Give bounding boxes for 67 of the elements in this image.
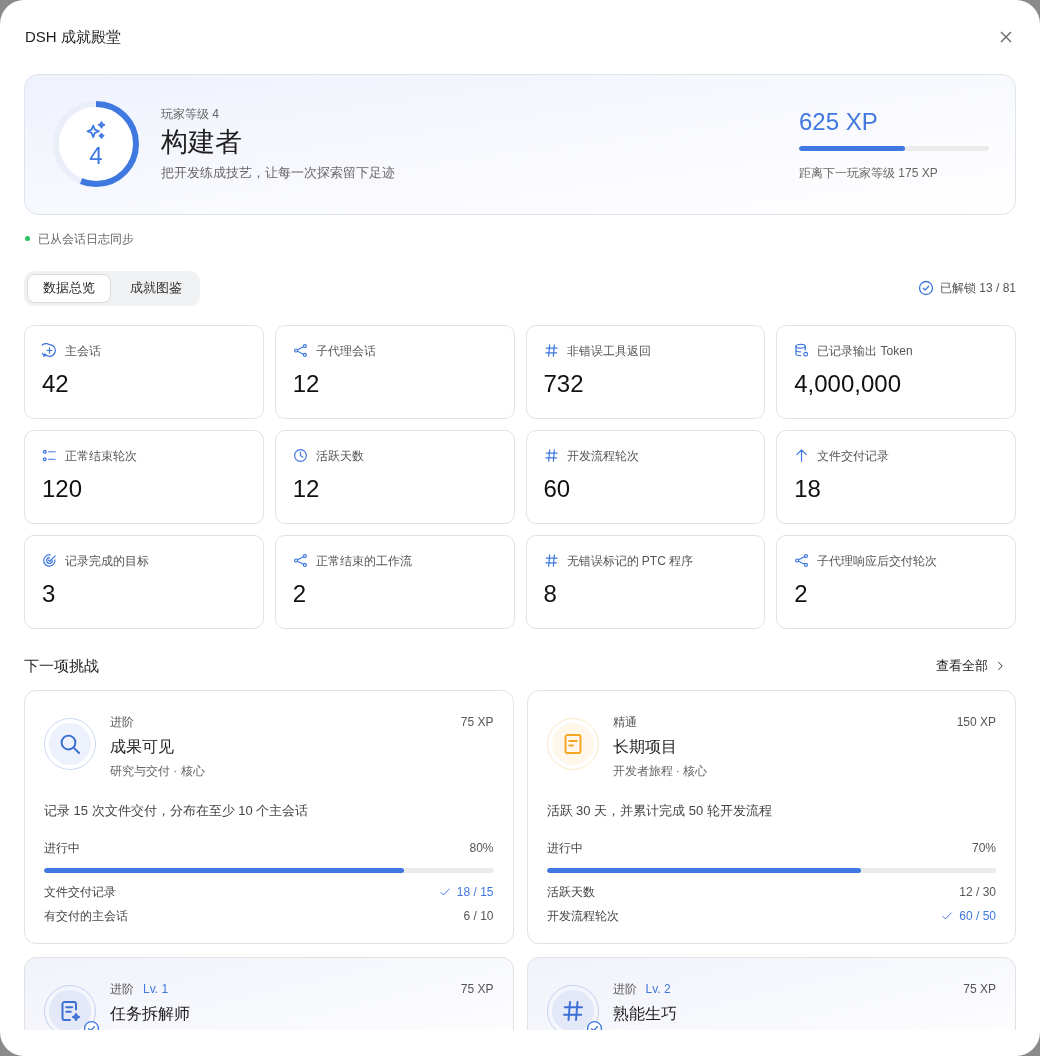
player-level-label: 玩家等级 4 xyxy=(161,106,220,124)
section-title: 下一项挑战 xyxy=(24,655,99,676)
xp-total: 625 XP xyxy=(799,107,879,137)
requirement-value: 6 / 10 xyxy=(463,907,494,925)
tier-label: 精通 xyxy=(612,714,637,731)
tier-label: 进阶 xyxy=(110,980,134,998)
stat-label: 正常结束的工作流 xyxy=(315,552,412,570)
stat-value: 732 xyxy=(543,368,585,399)
stat-label: 文件交付记录 xyxy=(817,447,890,465)
stat-label: 正常结束轮次 xyxy=(65,447,137,465)
view-all-link[interactable]: 查看全部 xyxy=(936,656,1006,676)
stat-value: 42 xyxy=(42,368,70,399)
stat-value: 8 xyxy=(543,578,558,609)
requirement-label: 文件交付记录 xyxy=(44,883,116,901)
stat-label: 记录完成的目标 xyxy=(65,552,149,570)
progress-percent: 70% xyxy=(971,839,996,857)
stat-value: 18 xyxy=(794,473,822,504)
stat-value: 120 xyxy=(42,473,84,504)
level-tag: Lv. 1 xyxy=(143,979,169,998)
level-tag: Lv. 2 xyxy=(645,979,671,998)
challenge-category: 研究与交付 · 核心 xyxy=(110,763,206,780)
progress-percent: 80% xyxy=(469,839,494,857)
challenge-category: 开发者旅程 · 核心 xyxy=(612,763,709,780)
requirement-label: 有交付的主会话 xyxy=(44,907,128,925)
xp-reward: 150 XP xyxy=(956,714,996,731)
challenge-description: 活跃 30 天，并累计完成 50 轮开发流程 xyxy=(546,802,773,820)
tab[interactable]: 数据总览 xyxy=(27,273,111,303)
motto-text: 把开发练成技艺，让每一次探索留下足迹 xyxy=(161,164,396,183)
unlocked-count: 已解锁 13 / 81 xyxy=(939,280,1016,297)
requirement-label: 活跃天数 xyxy=(546,883,595,901)
stat-value: 12 xyxy=(292,368,321,399)
stat-label: 非错误工具返回 xyxy=(566,342,651,360)
challenge-title: 长期项目 xyxy=(612,737,678,757)
stat-value: 3 xyxy=(42,578,57,609)
dialog-title: DSH 成就殿堂 xyxy=(25,27,121,47)
challenge-title: 成果可见 xyxy=(110,737,175,757)
stat-value: 4,000,000 xyxy=(794,368,903,399)
stat-label: 已记录输出 Token xyxy=(817,342,913,360)
progress-status: 进行中 xyxy=(44,839,80,857)
tier-label: 进阶 xyxy=(612,980,637,998)
tier-label: 进阶 xyxy=(110,714,134,731)
stat-label: 开发流程轮次 xyxy=(566,447,639,465)
stat-label: 子代理会话 xyxy=(315,342,376,360)
progress-status: 进行中 xyxy=(546,839,583,857)
stat-label: 活跃天数 xyxy=(315,447,364,465)
challenge-description: 记录 15 次文件交付，分布在至少 10 个主会话 xyxy=(44,802,310,820)
next-level-text: 距离下一玩家等级 175 XP xyxy=(799,165,939,182)
xp-reward: 75 XP xyxy=(460,980,494,998)
rank-title: 构建者 xyxy=(161,126,243,160)
requirement-label: 开发流程轮次 xyxy=(546,907,619,925)
challenge-title: 任务拆解师 xyxy=(110,1003,191,1024)
stat-label: 子代理响应后交付轮次 xyxy=(817,552,938,570)
challenge-title: 熟能生巧 xyxy=(612,1003,678,1024)
tab[interactable]: 成就图鉴 xyxy=(115,273,197,303)
stat-value: 2 xyxy=(292,578,308,609)
requirement-value: 60 / 50 xyxy=(959,907,996,925)
stat-value: 60 xyxy=(543,473,572,504)
stat-value: 2 xyxy=(794,578,809,609)
requirement-value: 12 / 30 xyxy=(959,883,996,901)
xp-reward: 75 XP xyxy=(963,980,996,998)
xp-reward: 75 XP xyxy=(460,714,494,731)
stat-value: 12 xyxy=(292,473,321,504)
stat-label: 主会话 xyxy=(65,342,101,360)
sync-status-text: 已从会话日志同步 xyxy=(38,230,134,248)
requirement-value: 18 / 15 xyxy=(456,883,494,901)
stat-label: 无错误标记的 PTC 程序 xyxy=(566,552,694,570)
level-number: 4 xyxy=(89,142,103,170)
